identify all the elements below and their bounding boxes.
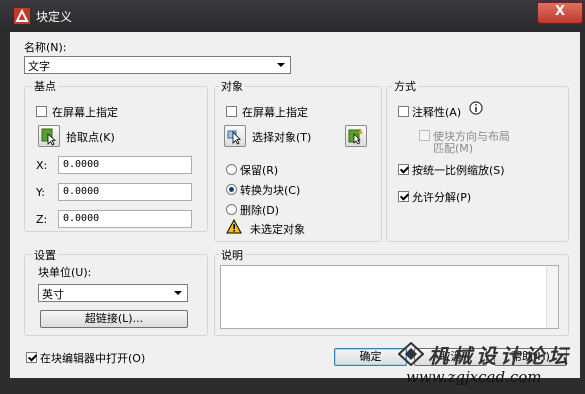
chevron-down-icon xyxy=(277,63,285,67)
objects-specify-label: 在屏幕上指定 xyxy=(242,106,308,119)
base-point-title: 基点 xyxy=(32,78,58,94)
match-orientation-checkbox[interactable] xyxy=(419,130,430,141)
retain-label: 保留(R) xyxy=(240,164,279,177)
scale-uniformly-checkbox[interactable] xyxy=(398,164,409,175)
pick-point-label: 拾取点(K) xyxy=(66,131,115,144)
quick-select-icon xyxy=(348,128,363,145)
annotative-label: 注释性(A) xyxy=(412,106,462,119)
name-label: 名称(N): xyxy=(24,41,67,54)
match-orientation-label-line2: 匹配(M) xyxy=(433,142,474,155)
allow-exploding-label: 允许分解(P) xyxy=(412,191,472,204)
retain-radio[interactable] xyxy=(226,164,237,175)
base-point-specify-checkbox[interactable] xyxy=(36,106,47,117)
annotative-checkbox[interactable] xyxy=(398,106,409,117)
convert-to-block-label: 转换为块(C) xyxy=(240,184,301,197)
open-in-editor-checkbox[interactable] xyxy=(26,352,37,363)
window-title: 块定义 xyxy=(36,10,73,24)
allow-exploding-checkbox[interactable] xyxy=(398,191,409,202)
block-unit-label: 块单位(U): xyxy=(38,266,92,279)
dialog-body: 名称(N): 文字 基点 在屏幕上指定 拾取点(K) X: 0.0000 Y: … xyxy=(10,32,580,378)
description-textarea[interactable] xyxy=(220,265,559,329)
settings-title: 设置 xyxy=(32,247,58,263)
dialog-window: 块定义 X 名称(N): 文字 基点 在屏幕上指定 拾取点(K) X: 0.00… xyxy=(0,0,585,394)
chevron-down-icon xyxy=(174,291,182,295)
select-objects-label: 选择对象(T) xyxy=(252,131,312,144)
z-label: Z: xyxy=(36,213,48,226)
x-label: X: xyxy=(36,159,48,172)
info-icon[interactable] xyxy=(469,101,483,115)
behavior-title: 方式 xyxy=(392,78,418,94)
z-value: 0.0000 xyxy=(63,213,100,224)
block-unit-select[interactable]: 英寸 xyxy=(38,284,188,302)
scale-uniformly-label: 按统一比例缩放(S) xyxy=(412,164,505,177)
watermark: 机械设计论坛 www.zgjxcad.com xyxy=(398,340,584,388)
x-value: 0.0000 xyxy=(63,159,100,170)
pick-point-icon xyxy=(41,128,57,146)
objects-specify-checkbox[interactable] xyxy=(226,106,237,117)
base-point-specify-label: 在屏幕上指定 xyxy=(52,106,118,119)
no-objects-warning: 未选定对象 xyxy=(250,223,305,236)
ok-button[interactable]: 确定 xyxy=(334,348,407,366)
watermark-text: 机械设计论坛 xyxy=(428,344,572,368)
name-value: 文字 xyxy=(28,60,50,73)
quick-select-button[interactable] xyxy=(345,125,367,147)
delete-radio[interactable] xyxy=(226,204,237,215)
y-input[interactable]: 0.0000 xyxy=(58,183,192,201)
y-label: Y: xyxy=(36,186,45,199)
hyperlink-button[interactable]: 超链接(L)... xyxy=(40,310,188,328)
watermark-url: www.zgjxcad.com xyxy=(406,368,542,386)
description-title: 说明 xyxy=(219,247,245,263)
objects-title: 对象 xyxy=(219,78,245,94)
z-input[interactable]: 0.0000 xyxy=(58,210,192,228)
block-unit-value: 英寸 xyxy=(42,288,64,301)
close-button[interactable]: X xyxy=(537,2,583,24)
select-objects-button[interactable] xyxy=(224,125,246,147)
convert-to-block-radio[interactable] xyxy=(226,184,237,195)
select-objects-icon xyxy=(227,130,241,145)
y-value: 0.0000 xyxy=(63,186,100,197)
pick-point-button[interactable] xyxy=(38,125,60,147)
x-input[interactable]: 0.0000 xyxy=(58,156,192,174)
description-scrollbar[interactable] xyxy=(546,266,558,328)
open-in-editor-label: 在块编辑器中打开(O) xyxy=(40,352,146,365)
warning-icon xyxy=(226,219,242,234)
title-bar[interactable]: 块定义 X xyxy=(0,0,585,32)
delete-label: 删除(D) xyxy=(240,204,280,217)
watermark-logo-icon xyxy=(398,342,424,366)
name-combobox[interactable]: 文字 xyxy=(24,56,291,74)
autocad-app-icon xyxy=(14,8,30,24)
